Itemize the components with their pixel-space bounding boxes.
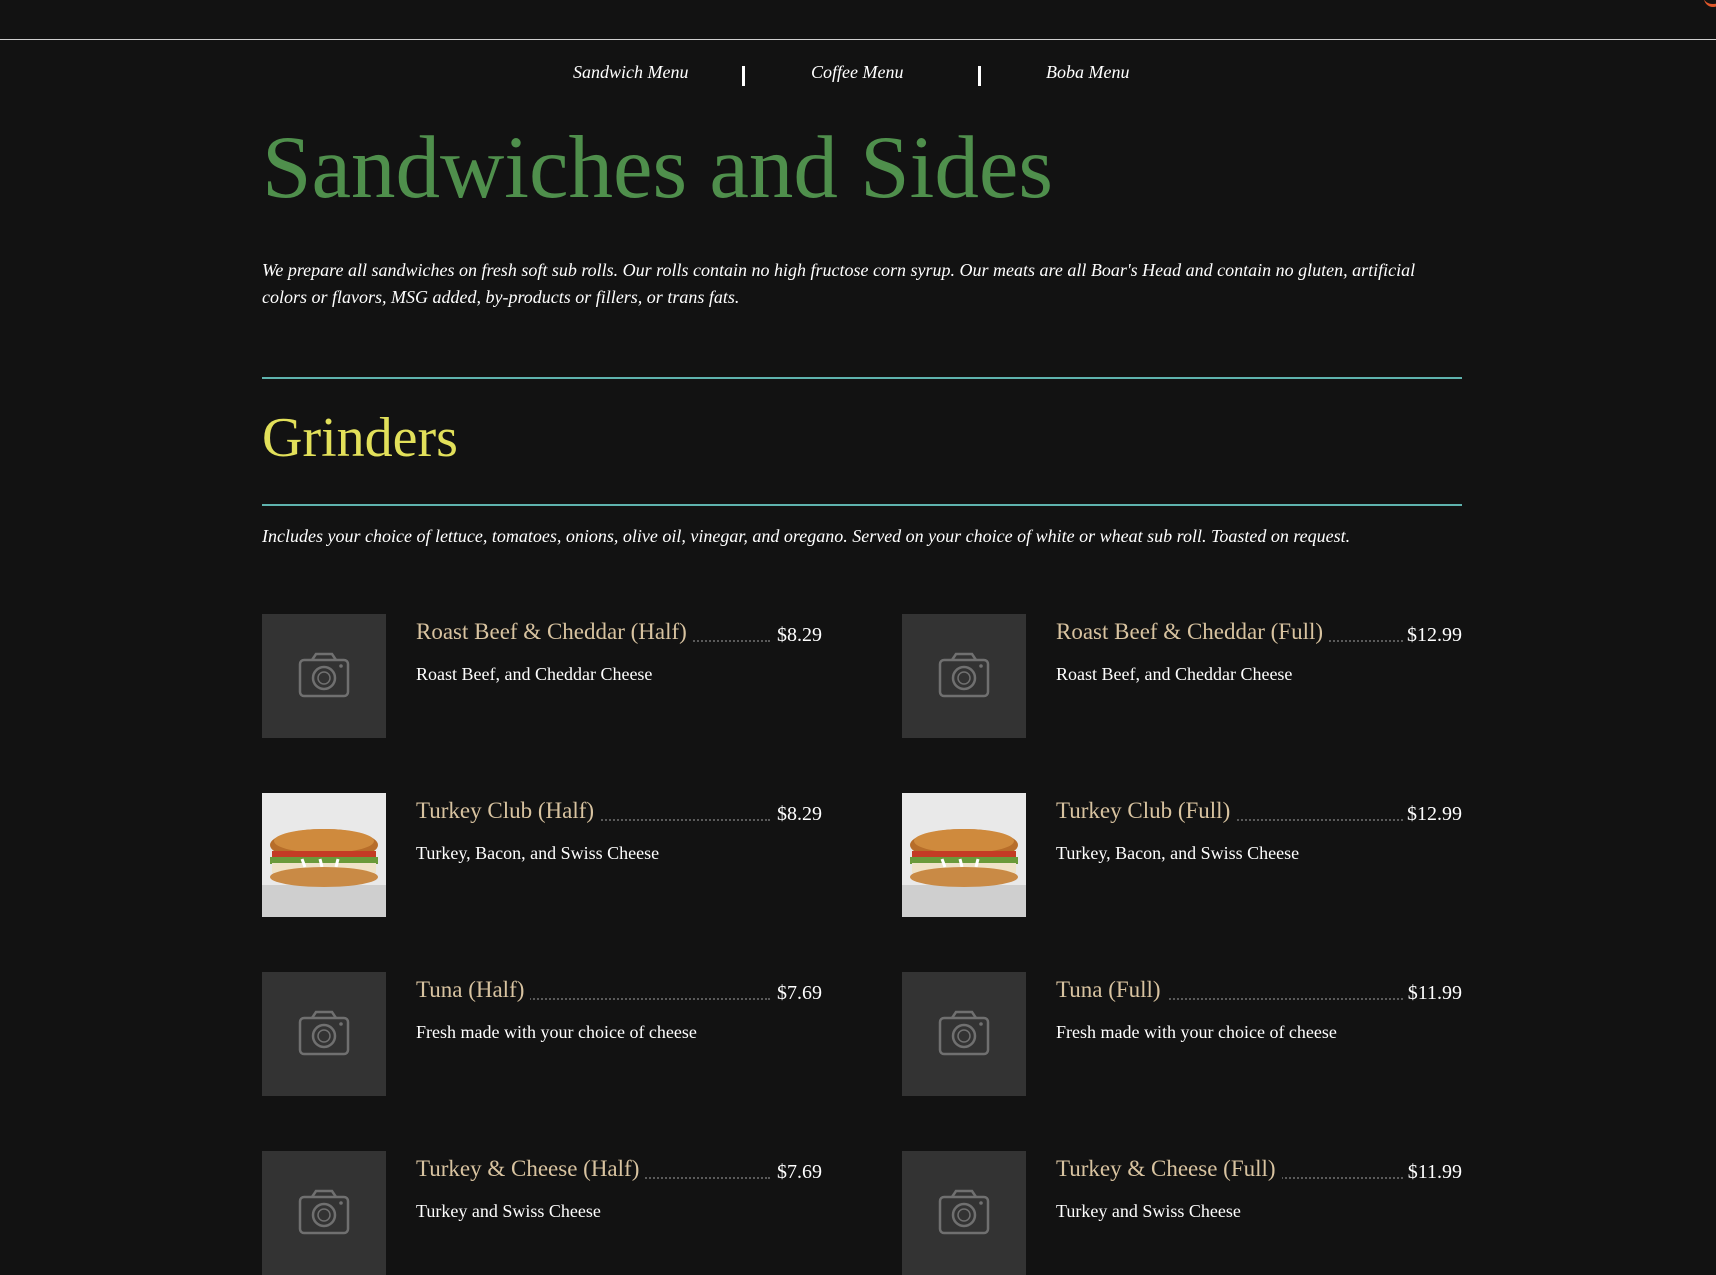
item-name[interactable]: Turkey & Cheese (Full) [1056, 1156, 1282, 1182]
item-price: $11.99 [1403, 982, 1462, 1005]
sandwich-photo[interactable] [262, 793, 386, 917]
nav-separator [978, 66, 981, 86]
corner-accent [1704, 0, 1716, 7]
section-top-divider [262, 377, 1462, 379]
top-header-bar [0, 0, 1716, 40]
section-description: Includes your choice of lettuce, tomatoe… [262, 526, 1351, 546]
menu-item[interactable]: Turkey Club (Full) $12.99 Turkey, Bacon, a… [902, 793, 1462, 917]
sandwich-photo[interactable] [902, 793, 1026, 917]
camera-placeholder-icon[interactable] [262, 614, 386, 738]
menu-item[interactable]: Tuna (Full) $11.99 Fresh made with your ch… [902, 972, 1462, 1096]
item-description: Fresh made with your choice of cheese [1056, 1022, 1337, 1042]
menu-item[interactable]: Turkey Club (Half) $8.29 Turkey, Bacon, an… [262, 793, 822, 917]
nav-separator [742, 66, 745, 86]
menu-item[interactable]: Tuna (Half) $7.69 Fresh made with your cho… [262, 972, 822, 1096]
camera-placeholder-icon[interactable] [902, 614, 1026, 738]
page-title: Sandwiches and Sides [262, 119, 1054, 217]
item-price: $12.99 [1403, 803, 1462, 826]
menu-item[interactable]: Roast Beef & Cheddar (Half) $8.29 Roast Be… [262, 614, 822, 738]
camera-placeholder-icon[interactable] [262, 1151, 386, 1275]
menu-item[interactable]: Turkey & Cheese (Full) $11.99 Turkey and S… [902, 1151, 1462, 1275]
item-name[interactable]: Tuna (Full) [1056, 977, 1167, 1003]
item-price: $8.29 [773, 624, 822, 647]
item-price: $12.99 [1403, 624, 1462, 647]
item-description: Turkey, Bacon, and Swiss Cheese [416, 843, 660, 863]
item-description: Fresh made with your choice of cheese [416, 1022, 697, 1042]
nav-boba-menu[interactable]: Boba Menu [1046, 62, 1129, 83]
nav-sandwich-menu[interactable]: Sandwich Menu [573, 62, 688, 83]
menu-item[interactable]: Roast Beef & Cheddar (Full) $12.99 Roast B… [902, 614, 1462, 738]
item-price: $11.99 [1403, 1161, 1462, 1184]
item-description: Roast Beef, and Cheddar Cheese [1056, 664, 1293, 684]
item-name[interactable]: Roast Beef & Cheddar (Full) [1056, 619, 1330, 645]
section-title: Grinders [262, 407, 458, 469]
item-description: Roast Beef, and Cheddar Cheese [416, 664, 653, 684]
item-name[interactable]: Turkey Club (Half) [416, 798, 601, 824]
nav-coffee-menu[interactable]: Coffee Menu [811, 62, 903, 83]
item-name[interactable]: Turkey Club (Full) [1056, 798, 1237, 824]
camera-placeholder-icon[interactable] [262, 972, 386, 1096]
item-name[interactable]: Tuna (Half) [416, 977, 531, 1003]
item-description: Turkey and Swiss Cheese [416, 1201, 601, 1221]
item-price: $7.69 [773, 982, 822, 1005]
camera-placeholder-icon[interactable] [902, 972, 1026, 1096]
menu-item[interactable]: Turkey & Cheese (Half) $7.69 Turkey and Sw… [262, 1151, 822, 1275]
menu-nav: Sandwich Menu Coffee Menu Boba Menu [0, 62, 1716, 88]
section-bottom-divider [262, 504, 1462, 506]
item-description: Turkey, Bacon, and Swiss Cheese [1056, 843, 1300, 863]
item-name[interactable]: Roast Beef & Cheddar (Half) [416, 619, 693, 645]
page-intro: We prepare all sandwiches on fresh soft … [262, 260, 1416, 307]
item-name[interactable]: Turkey & Cheese (Half) [416, 1156, 646, 1182]
camera-placeholder-icon[interactable] [902, 1151, 1026, 1275]
item-description: Turkey and Swiss Cheese [1056, 1201, 1241, 1221]
item-price: $8.29 [773, 803, 822, 826]
item-price: $7.69 [773, 1161, 822, 1184]
